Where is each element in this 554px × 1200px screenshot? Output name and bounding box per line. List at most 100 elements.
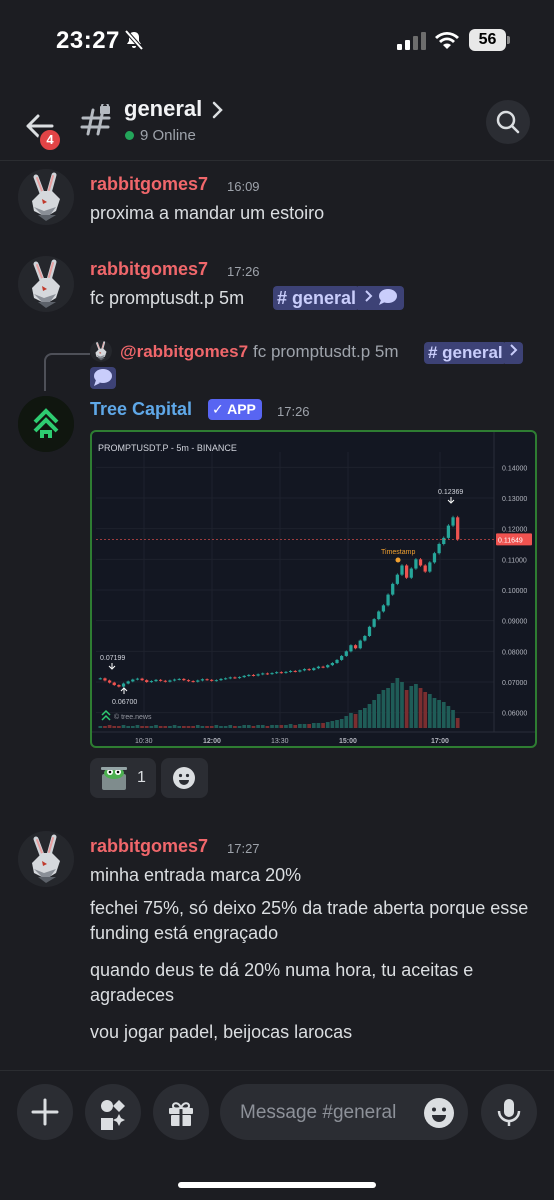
low-annotation: 0.06700 bbox=[112, 699, 137, 706]
volume-bar bbox=[163, 726, 168, 728]
candle-body bbox=[145, 680, 149, 682]
price-chart: 0.14000 0.13000 0.12000 0.11000 0.10000 0.090… bbox=[92, 432, 535, 745]
apps-button[interactable] bbox=[85, 1084, 141, 1140]
apps-icon bbox=[101, 1100, 125, 1130]
voice-button[interactable] bbox=[481, 1084, 537, 1140]
chart-title: PROMPTUSDT.P - 5m - BINANCE bbox=[98, 443, 237, 453]
pepe-trash-emoji-icon bbox=[101, 767, 127, 790]
candle-body bbox=[159, 679, 163, 681]
current-price-label: 0.11649 bbox=[498, 537, 523, 544]
candle-body bbox=[149, 681, 153, 683]
channel-mention[interactable]: # general bbox=[273, 286, 405, 310]
bot-avatar[interactable] bbox=[18, 396, 74, 452]
event-marker bbox=[395, 557, 401, 563]
candle-body bbox=[112, 682, 116, 686]
candle-body bbox=[121, 683, 126, 687]
candle-body bbox=[349, 645, 353, 652]
candles bbox=[98, 515, 460, 688]
volume-bar bbox=[121, 725, 126, 728]
candle-body bbox=[205, 679, 209, 681]
y-tick-label: 0.12000 bbox=[502, 527, 527, 534]
volume-bar bbox=[200, 726, 205, 728]
candle-body bbox=[391, 583, 395, 595]
candle-body bbox=[219, 678, 223, 681]
candle-body bbox=[210, 679, 214, 681]
volume-bar bbox=[441, 702, 446, 728]
y-tick-label: 0.06000 bbox=[502, 711, 527, 718]
volume-bar bbox=[233, 726, 237, 728]
volume-bar bbox=[154, 725, 158, 728]
candle-body bbox=[107, 680, 112, 683]
candle-body bbox=[224, 678, 228, 680]
volume-bar bbox=[423, 692, 428, 728]
candle-body bbox=[177, 678, 181, 680]
battery-indicator: 56 bbox=[469, 29, 506, 51]
message-author[interactable]: rabbitgomes7 bbox=[90, 259, 208, 280]
attach-button[interactable] bbox=[17, 1084, 73, 1140]
volume-bar bbox=[298, 724, 302, 728]
reply-channel-mention[interactable]: # general bbox=[424, 342, 523, 364]
user-avatar[interactable] bbox=[18, 256, 74, 312]
candle-body bbox=[395, 574, 399, 584]
chart-attachment[interactable]: 0.14000 0.13000 0.12000 0.11000 0.10000 0.090… bbox=[90, 430, 537, 748]
volume-bar bbox=[172, 725, 177, 728]
chevron-right-icon[interactable] bbox=[211, 100, 225, 125]
volume-bar bbox=[451, 710, 455, 728]
volume-bar bbox=[214, 725, 219, 728]
channel-name[interactable]: general bbox=[124, 96, 202, 122]
candle-body bbox=[367, 626, 372, 636]
reply-text[interactable]: fc promptusdt.p 5m bbox=[253, 342, 399, 362]
volume-bar bbox=[446, 706, 451, 728]
search-button[interactable] bbox=[486, 100, 530, 144]
candle-body bbox=[237, 677, 242, 679]
candle-body bbox=[316, 666, 321, 669]
volume-bar bbox=[302, 724, 307, 728]
candle-body bbox=[135, 678, 140, 680]
volume-bar bbox=[98, 726, 103, 728]
plus-icon bbox=[31, 1098, 59, 1126]
volume-bar bbox=[274, 725, 279, 728]
arrow-down-icon bbox=[108, 663, 116, 670]
x-tick-label: 12:00 bbox=[203, 738, 221, 745]
volume-bar bbox=[205, 726, 209, 728]
volume-bar bbox=[158, 726, 163, 728]
volume-bar bbox=[437, 700, 441, 728]
gift-icon bbox=[169, 1102, 193, 1126]
candle-body bbox=[377, 611, 381, 620]
y-tick-label: 0.07000 bbox=[502, 680, 527, 687]
volume-bar bbox=[135, 725, 140, 728]
volume-bar bbox=[344, 716, 349, 728]
thread-bubble-icon[interactable] bbox=[90, 367, 116, 389]
bot-author[interactable]: Tree Capital bbox=[90, 399, 192, 420]
volume-bar bbox=[353, 714, 358, 728]
candle-body bbox=[251, 674, 256, 676]
volume-bar bbox=[418, 688, 423, 728]
emoji-button[interactable] bbox=[423, 1097, 455, 1134]
gift-button[interactable] bbox=[153, 1084, 209, 1140]
candle-body bbox=[172, 679, 177, 681]
candle-body bbox=[326, 665, 330, 668]
event-annotation: Timestamp bbox=[381, 549, 415, 556]
composer-divider bbox=[0, 1070, 554, 1071]
message-author[interactable]: rabbitgomes7 bbox=[90, 836, 208, 857]
volume-bar bbox=[404, 690, 409, 728]
user-avatar[interactable] bbox=[18, 831, 74, 887]
reaction-count: 1 bbox=[137, 769, 146, 786]
user-avatar[interactable] bbox=[18, 169, 74, 225]
candle-body bbox=[191, 681, 195, 683]
x-tick-label: 13:30 bbox=[271, 738, 289, 745]
candle-body bbox=[414, 559, 418, 569]
volume-bar bbox=[126, 726, 131, 728]
chart-watermark: © tree.news bbox=[114, 713, 152, 721]
volume-bar bbox=[177, 726, 182, 728]
message-author[interactable]: rabbitgomes7 bbox=[90, 174, 208, 195]
candle-body bbox=[335, 659, 339, 663]
volume-bar bbox=[390, 683, 395, 728]
volume-bar bbox=[376, 694, 381, 728]
header-divider bbox=[0, 160, 554, 161]
reply-author[interactable]: @rabbitgomes7 bbox=[120, 342, 248, 362]
volume-bar bbox=[112, 726, 117, 728]
candle-body bbox=[131, 679, 135, 682]
add-reaction-button[interactable] bbox=[161, 758, 208, 798]
reaction-button[interactable] bbox=[90, 758, 156, 798]
